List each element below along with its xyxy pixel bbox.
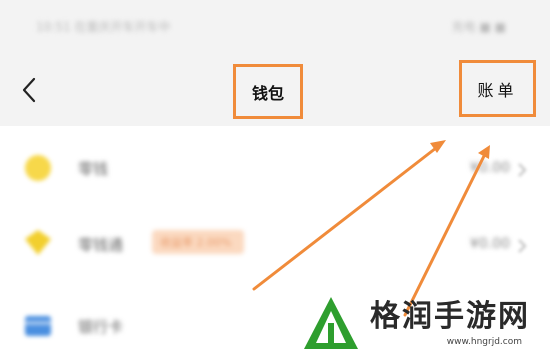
coin-icon [25, 155, 51, 181]
card-icon [25, 316, 51, 336]
status-left-text: 10:51 在重庆开车开车中 [36, 20, 171, 34]
watermark-logo-icon [304, 297, 358, 349]
header-bar: 钱包 账单 [0, 58, 550, 126]
chevron-right-icon [518, 163, 527, 177]
watermark-name: 格润手游网 [370, 299, 530, 334]
bill-button[interactable]: 账单 [459, 60, 536, 117]
watermark-url: www.hngrjd.com [446, 337, 522, 347]
item-value: ¥0.00 [469, 160, 510, 176]
list-item-change-pass[interactable]: 零钱通 收益率 2.00% ¥0.00 [0, 208, 550, 278]
list-item-change[interactable]: 零钱 ¥0.00 [0, 132, 550, 202]
page-title: 钱包 [233, 64, 303, 119]
chevron-right-icon [518, 239, 527, 253]
watermark: 格润手游网 www.hngrjd.com [300, 290, 550, 356]
status-bar: 10:51 在重庆开车开车中 充电 ■ ■ [0, 0, 550, 58]
chevron-left-icon [22, 77, 36, 103]
back-button[interactable] [14, 72, 44, 108]
diamond-icon [25, 230, 51, 255]
item-label: 零钱 [78, 160, 109, 178]
item-label: 零钱通 [78, 236, 124, 254]
item-label: 银行卡 [78, 318, 124, 336]
yield-badge: 收益率 2.00% [152, 230, 244, 254]
status-right-text: 充电 ■ ■ [451, 20, 506, 34]
item-value: ¥0.00 [469, 236, 510, 252]
